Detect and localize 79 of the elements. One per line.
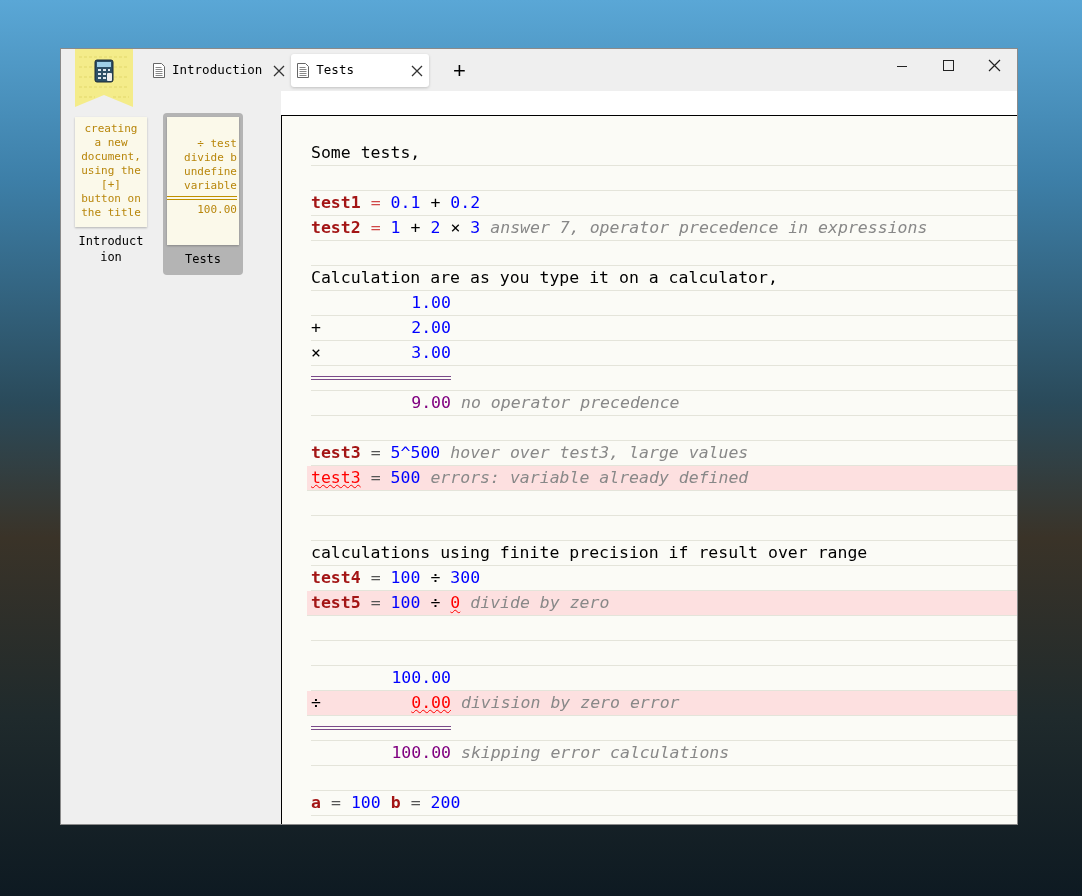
number: 5^500	[390, 441, 441, 464]
editor-page[interactable]	[281, 115, 1017, 824]
preview-text: the title	[81, 206, 141, 220]
operator: ÷	[430, 591, 441, 614]
equals-sign: =	[410, 791, 421, 814]
number: 3.00	[411, 341, 451, 364]
operator: +	[430, 191, 441, 214]
equals-sign: =	[370, 216, 381, 239]
equals-sign: =	[370, 441, 381, 464]
preview-text: button on	[81, 192, 141, 206]
preview-text: using the	[81, 164, 141, 178]
number: 1	[390, 216, 401, 239]
comment: division by zero error	[461, 691, 680, 714]
comment: skipping error calculations	[461, 741, 730, 764]
operator: ×	[311, 342, 321, 362]
preview-text: divide b	[184, 151, 237, 165]
variable-name: test4	[311, 566, 361, 589]
variable-name: test2	[311, 216, 361, 239]
equals-sign: =	[330, 791, 341, 814]
comment: no operator precedence	[461, 391, 680, 414]
note-text: calculations using finite precision if result over range	[311, 541, 868, 564]
operator: +	[311, 317, 321, 337]
variable-name: test3	[311, 441, 361, 464]
close-icon[interactable]	[273, 64, 286, 77]
new-tab-button[interactable]: +	[447, 59, 472, 82]
note-text: Some tests,	[311, 141, 421, 164]
number: 500	[390, 466, 421, 489]
number: 100	[390, 591, 421, 614]
preview-text: [+]	[101, 178, 121, 192]
operator: +	[410, 216, 421, 239]
equals-sign: =	[370, 466, 381, 489]
comment: divide by zero	[470, 591, 610, 614]
number: 0.2	[450, 191, 481, 214]
note-text: Calculation are as you type it on a calculator,	[311, 266, 778, 289]
number: 100.00	[391, 666, 451, 689]
document-icon	[153, 63, 165, 78]
operator: ÷	[311, 692, 321, 712]
document-thumbnail[interactable]: creating a new document, using the [+] button on the title Introduction	[75, 117, 147, 265]
result-value: 100.00	[391, 741, 451, 764]
variable-name: test1	[311, 191, 361, 214]
number: 2	[430, 216, 441, 239]
document-tab[interactable]: Tests	[291, 54, 430, 87]
document-icon	[297, 63, 310, 78]
comment: hover over test3, large values	[450, 441, 749, 464]
total-rule	[167, 196, 237, 200]
preview-text: undefine	[184, 165, 237, 179]
number: 2.00	[411, 316, 451, 339]
close-icon[interactable]	[411, 64, 424, 77]
comment: errors: variable already defined	[430, 466, 749, 489]
number: 100	[390, 566, 421, 589]
operator: ×	[450, 216, 461, 239]
error-value: test3	[311, 466, 361, 489]
number: 300	[450, 566, 481, 589]
document-tab[interactable]: Introduction	[151, 54, 288, 87]
variable-name: a	[311, 791, 321, 814]
error-value: 0.00	[411, 691, 451, 714]
preview-text: a new	[94, 136, 128, 150]
result-value: 9.00	[411, 391, 451, 414]
preview-text: 100.00	[197, 203, 237, 217]
operator: ÷	[430, 566, 441, 589]
number: 200	[430, 791, 461, 814]
equals-sign: =	[370, 191, 381, 214]
variable-name: b	[390, 791, 401, 814]
document-label: Tests	[183, 251, 223, 267]
preview-text: variable	[184, 179, 237, 193]
comment: answer 7, operator precedence in expressions	[490, 216, 928, 239]
equals-sign: =	[370, 591, 381, 614]
number: 0.1	[390, 191, 421, 214]
preview-text: ÷ test	[197, 137, 237, 151]
number: 100	[350, 791, 381, 814]
error-value: 0	[450, 591, 461, 614]
document-label: Introduction	[77, 233, 145, 265]
preview-text: document,	[81, 150, 141, 164]
number: 3	[470, 216, 481, 239]
document-thumbnail[interactable]: ÷ test divide b undefine variable 100.00 Tests	[163, 113, 243, 275]
equals-sign: =	[370, 566, 381, 589]
preview-text: creating	[84, 122, 138, 136]
number: 1.00	[411, 291, 451, 314]
variable-name: test5	[311, 591, 361, 614]
